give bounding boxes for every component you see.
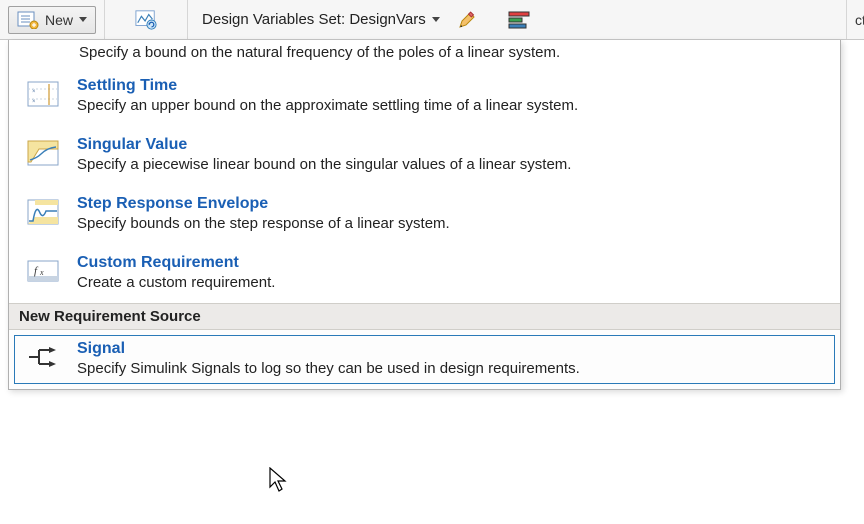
step-response-icon — [27, 198, 59, 226]
menu-item-desc: Specify a bound on the natural frequency… — [79, 44, 560, 61]
menu-item-title: Custom Requirement — [77, 254, 828, 272]
menu-item-signal[interactable]: Signal Specify Simulink Signals to log s… — [9, 330, 840, 389]
menu-item-desc: Create a custom requirement. — [77, 274, 828, 291]
menu-item-title: Signal — [77, 340, 828, 358]
refresh-chart-icon[interactable] — [135, 9, 157, 31]
new-button-label: New — [45, 12, 73, 28]
menu-item-settling-time[interactable]: × × Settling Time Specify an upper bound… — [9, 67, 840, 126]
svg-text:x: x — [39, 268, 44, 277]
menu-item-partial[interactable]: Specify a bound on the natural frequency… — [9, 40, 840, 67]
menu-item-step-response[interactable]: Step Response Envelope Specify bounds on… — [9, 185, 840, 244]
menu-item-title: Settling Time — [77, 77, 828, 95]
stacked-bars-icon[interactable] — [508, 9, 530, 31]
design-variables-label: Design Variables Set: DesignVars — [202, 11, 426, 28]
toolbar: New Design Variables Set: DesignVars — [0, 0, 864, 40]
chevron-down-icon — [79, 17, 87, 22]
singular-value-icon — [27, 139, 59, 167]
section-header-new-requirement-source: New Requirement Source — [9, 303, 840, 330]
menu-item-title: Singular Value — [77, 136, 828, 154]
menu-item-title: Step Response Envelope — [77, 195, 828, 213]
right-partial-label: ct — [846, 0, 864, 39]
toolbar-group-refresh — [105, 0, 188, 39]
custom-requirement-icon: f x — [27, 257, 59, 285]
menu-item-desc: Specify bounds on the step response of a… — [77, 215, 828, 232]
toolbar-group-stacked — [486, 0, 538, 39]
toolbar-group-new: New — [0, 0, 105, 39]
new-button[interactable]: New — [8, 6, 96, 34]
design-variables-dropdown[interactable]: Design Variables Set: DesignVars — [196, 11, 446, 28]
chevron-down-icon — [432, 17, 440, 22]
menu-item-custom-requirement[interactable]: f x Custom Requirement Create a custom r… — [9, 244, 840, 303]
mouse-cursor-icon — [269, 467, 289, 497]
toolbar-group-design-vars: Design Variables Set: DesignVars — [188, 0, 486, 39]
new-requirement-icon — [17, 9, 39, 31]
svg-text:×: × — [32, 99, 36, 105]
menu-item-desc: Specify an upper bound on the approximat… — [77, 97, 828, 114]
new-menu-panel: Specify a bound on the natural frequency… — [8, 40, 841, 390]
pencil-icon[interactable] — [456, 9, 478, 31]
menu-item-desc: Specify a piecewise linear bound on the … — [77, 156, 828, 173]
menu-item-desc: Specify Simulink Signals to log so they … — [77, 360, 828, 377]
signal-icon — [27, 343, 59, 371]
menu-item-singular-value[interactable]: Singular Value Specify a piecewise linea… — [9, 126, 840, 185]
settling-time-icon: × × — [27, 80, 59, 108]
svg-text:×: × — [32, 89, 36, 95]
